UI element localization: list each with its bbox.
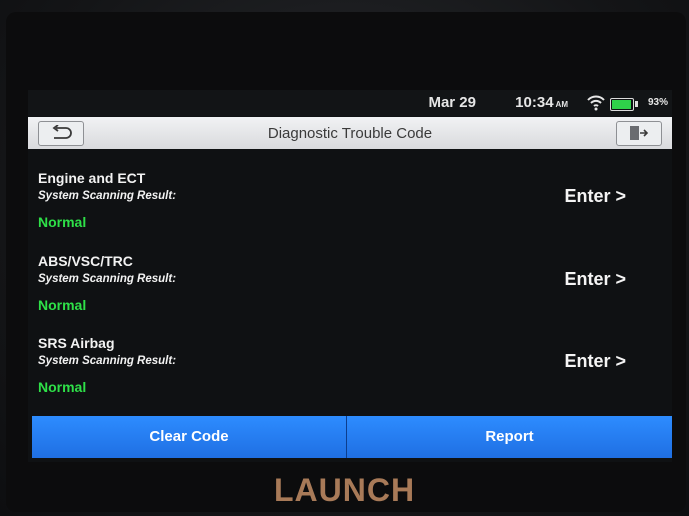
- system-name: SRS Airbag: [38, 335, 115, 351]
- exit-icon: [630, 126, 649, 140]
- device-screen: Mar 29 10:34 AM 93% Diagnostic Trouble Co…: [28, 90, 672, 462]
- report-button[interactable]: Report: [347, 416, 672, 458]
- title-bar: Diagnostic Trouble Code: [28, 117, 672, 149]
- enter-button[interactable]: Enter >: [564, 269, 626, 290]
- clear-code-button[interactable]: Clear Code: [32, 416, 346, 458]
- system-scan-result: Normal: [38, 214, 87, 230]
- system-name: Engine and ECT: [38, 170, 146, 186]
- status-bar: Mar 29 10:34 AM 93%: [28, 90, 672, 116]
- enter-button[interactable]: Enter >: [564, 351, 626, 372]
- system-scan-result: Normal: [38, 297, 87, 313]
- system-scan-label: System Scanning Result:: [38, 355, 177, 367]
- system-scan-label: System Scanning Result:: [38, 190, 177, 202]
- bottom-action-bar: Clear Code Report: [32, 416, 672, 458]
- brand-logo: LAUNCH: [273, 472, 416, 508]
- status-date: Mar 29: [428, 94, 476, 111]
- status-ampm: AM: [555, 100, 568, 109]
- system-name: ABS/VSC/TRC: [38, 253, 133, 269]
- system-scan-result: Normal: [38, 379, 87, 395]
- battery-icon: [610, 98, 634, 111]
- status-time-value: 10:34: [515, 94, 554, 111]
- system-row-engine: Engine and ECT System Scanning Result: N…: [28, 170, 672, 250]
- battery-tip: [635, 101, 638, 107]
- system-row-abs: ABS/VSC/TRC System Scanning Result: Norm…: [28, 253, 672, 333]
- wifi-icon: [587, 95, 605, 111]
- status-time: 10:34 AM: [515, 94, 568, 111]
- page-title: Diagnostic Trouble Code: [267, 125, 433, 142]
- battery-level-fill: [612, 100, 631, 109]
- exit-button[interactable]: [616, 121, 662, 146]
- battery-percent: 93%: [647, 97, 668, 108]
- enter-button[interactable]: Enter >: [564, 186, 626, 207]
- system-row-srs: SRS Airbag System Scanning Result: Norma…: [28, 335, 672, 415]
- system-scan-label: System Scanning Result:: [38, 273, 177, 285]
